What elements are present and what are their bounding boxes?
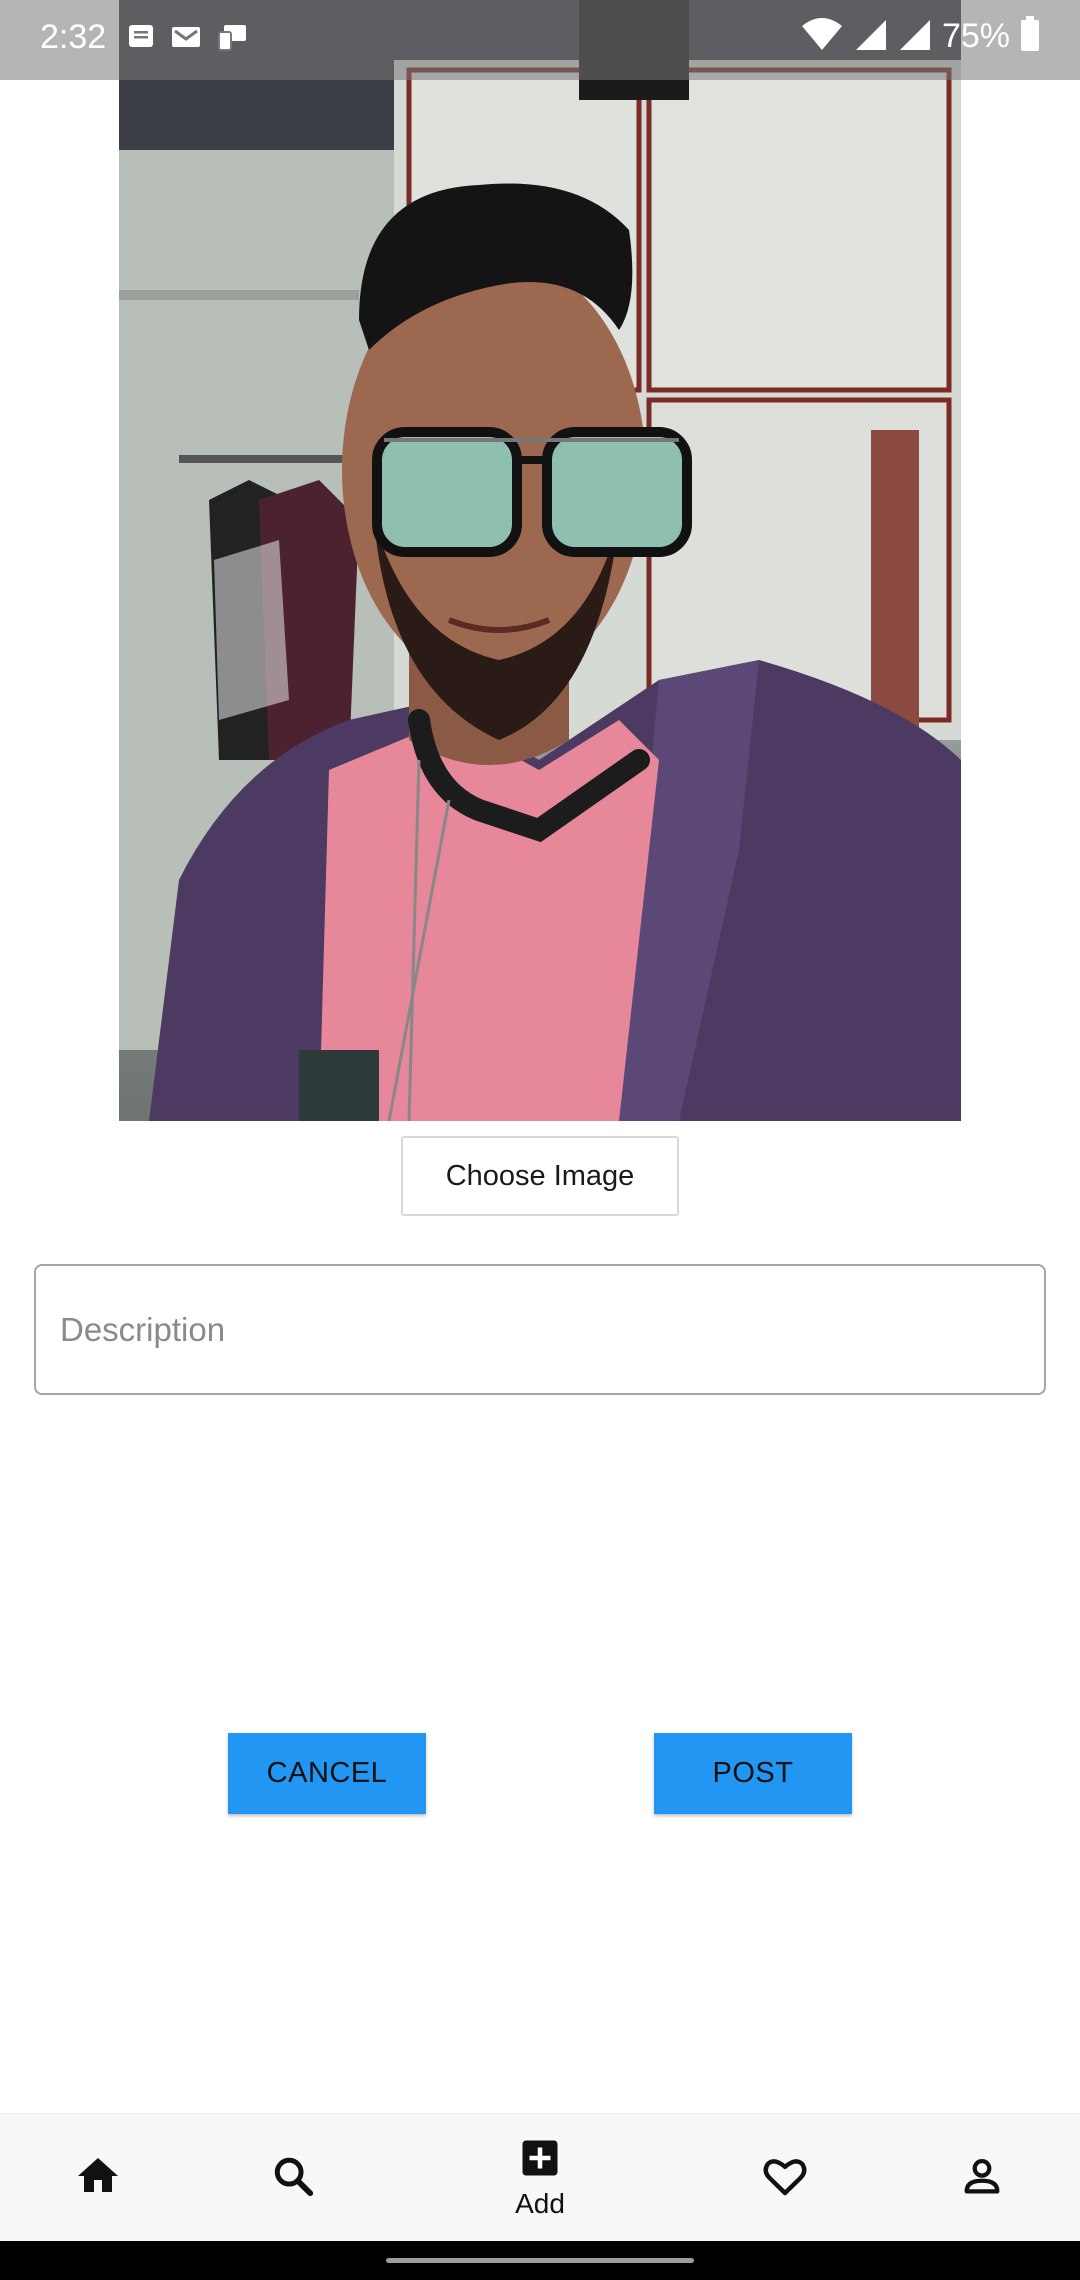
device-icon xyxy=(216,22,250,57)
status-indicators: 75% xyxy=(800,14,1040,59)
nav-home[interactable] xyxy=(48,2114,148,2242)
post-button[interactable]: POST xyxy=(654,1733,852,1814)
nav-favorites[interactable] xyxy=(735,2114,835,2242)
nav-add[interactable]: Add xyxy=(490,2114,590,2242)
search-icon xyxy=(270,2153,316,2204)
selected-image-preview xyxy=(119,0,961,1121)
signal-icon xyxy=(854,14,888,59)
nav-search[interactable] xyxy=(243,2114,343,2242)
notification-icons xyxy=(126,22,250,57)
home-icon xyxy=(74,2152,122,2205)
battery-percentage: 75% xyxy=(941,17,1010,55)
choose-image-button[interactable]: Choose Image xyxy=(401,1136,679,1216)
create-post-screen: 2:32 75% Choose Image Description CANCEL… xyxy=(0,0,1080,2280)
home-gesture-handle[interactable] xyxy=(386,2258,694,2263)
nav-profile[interactable] xyxy=(932,2114,1032,2242)
add-box-icon xyxy=(519,2137,561,2184)
message-icon xyxy=(126,22,156,57)
description-input[interactable] xyxy=(34,1264,1046,1395)
cancel-button[interactable]: CANCEL xyxy=(228,1733,426,1814)
bottom-navigation: Add xyxy=(0,2113,1080,2241)
status-bar: 2:32 75% xyxy=(0,0,1080,80)
status-time: 2:32 xyxy=(40,18,107,56)
nav-add-label: Add xyxy=(515,2187,565,2219)
signal-icon xyxy=(898,14,932,59)
person-icon xyxy=(959,2153,1005,2204)
wifi-icon xyxy=(800,14,844,59)
battery-icon xyxy=(1020,16,1040,57)
gesture-navigation-area xyxy=(0,2241,1080,2280)
gmail-icon xyxy=(170,22,202,57)
heart-icon xyxy=(761,2152,809,2205)
